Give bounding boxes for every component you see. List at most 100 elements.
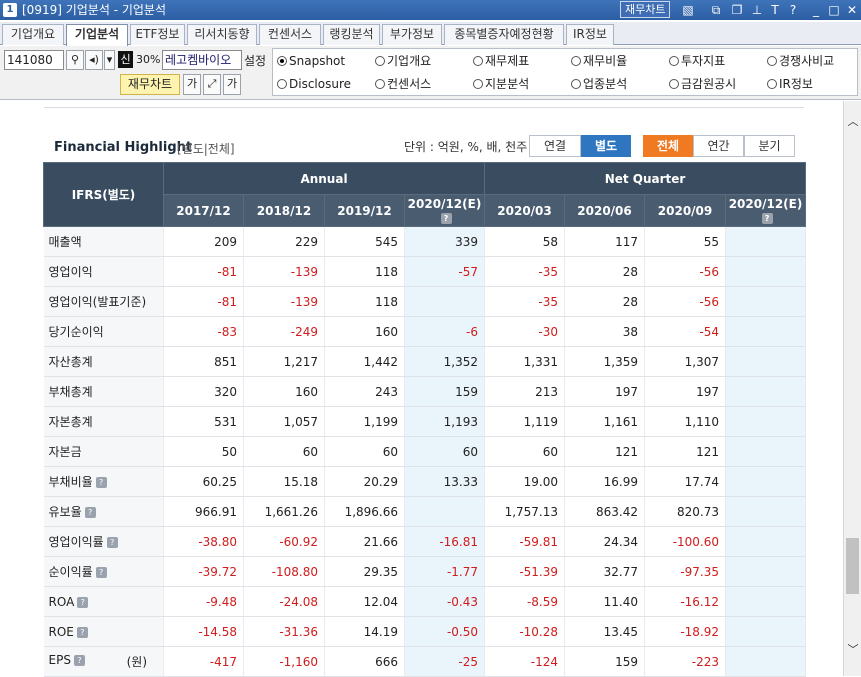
help-icon[interactable]: ? (785, 2, 801, 18)
table-cell: -9.48 (163, 586, 244, 617)
speaker-icon[interactable]: ◂) (85, 50, 103, 70)
company-name[interactable]: 레고켐바이오 (162, 50, 242, 70)
radio-ir-info[interactable]: IR정보 (767, 77, 813, 91)
table-cell: -97.35 (644, 556, 727, 587)
settings-label[interactable]: 설정 (244, 52, 266, 69)
table-cell: 243 (324, 376, 405, 407)
tab-consensus[interactable]: 컨센서스 (259, 24, 321, 45)
info-icon[interactable]: ? (106, 537, 118, 548)
radio-industry-analysis[interactable]: 업종분석 (571, 77, 627, 91)
column-header: 2020/12(E)? (403, 194, 486, 227)
radio-snapshot[interactable]: Snapshot (277, 54, 345, 68)
row-label: 유보율? (43, 496, 164, 527)
column-header: 2020/09 (644, 194, 727, 227)
toggle-all[interactable]: 전체 (643, 135, 693, 157)
chevron-down-icon[interactable]: ▾ (104, 50, 115, 70)
link-icon[interactable]: ⧉ (708, 2, 724, 18)
table-cell: -417 (163, 646, 244, 677)
copy-window-icon[interactable]: ❐ (729, 2, 745, 18)
radio-dot (375, 79, 385, 89)
table-cell: -56 (644, 256, 727, 287)
vertical-scrollbar[interactable]: ︿ ﹀ (843, 101, 861, 676)
table-cell: -0.50 (404, 616, 486, 647)
table-cell (725, 466, 807, 497)
column-header-label: 2018/12 (256, 203, 312, 218)
table-cell: 24.34 (564, 526, 646, 557)
radio-shareholding[interactable]: 지분분석 (473, 77, 529, 91)
margin-rate: 30% (136, 53, 161, 66)
font-size-icon[interactable]: T (767, 2, 783, 18)
scroll-down-icon[interactable]: ﹀ (844, 641, 861, 659)
financial-chart-button[interactable]: 재무차트 (120, 74, 180, 95)
toggle-annual[interactable]: 연간 (693, 135, 744, 157)
search-icon[interactable]: ⚲ (66, 50, 84, 70)
tab-research[interactable]: 리서치동향 (187, 24, 257, 45)
table-cell: -249 (243, 316, 325, 347)
radio-dot (375, 56, 385, 66)
scroll-thumb[interactable] (846, 538, 859, 594)
radio-peer-comparison[interactable]: 경쟁사비교 (767, 54, 834, 68)
tab-extra-info[interactable]: 부가정보 (382, 24, 442, 45)
info-icon[interactable]: ? (84, 507, 96, 518)
table-cell: -83 (163, 316, 244, 347)
tab-etf-info[interactable]: ETF정보 (130, 24, 185, 45)
info-icon[interactable]: ? (761, 212, 773, 224)
radio-financial-ratios[interactable]: 재무비율 (571, 54, 627, 68)
table-cell: -35 (484, 256, 566, 287)
row-label-text: 영업이익(발표기준) (48, 295, 147, 309)
column-header: 2019/12 (324, 194, 405, 227)
table-cell: 117 (564, 226, 646, 257)
table-cell (725, 226, 807, 257)
info-icon[interactable]: ? (73, 655, 85, 666)
minimize-icon[interactable]: _ (808, 2, 824, 18)
row-label: ROA? (43, 586, 164, 617)
table-cell: -51.39 (484, 556, 566, 587)
info-icon[interactable]: ? (76, 626, 88, 638)
toggle-consolidated[interactable]: 연결 (529, 135, 581, 157)
tab-ir-info[interactable]: IR정보 (566, 24, 614, 45)
table-cell: 28 (564, 286, 646, 317)
table-row: 부채총계 320 160 243 159 213 197 197 (43, 376, 807, 407)
fit-window-icon[interactable]: ⤢ (203, 74, 221, 95)
radio-financial-statements[interactable]: 재무제표 (473, 54, 529, 68)
tab-company-analysis[interactable]: 기업분석 (66, 24, 128, 46)
toggle-separate[interactable]: 별도 (581, 135, 631, 157)
maximize-icon[interactable]: □ (826, 2, 842, 18)
close-icon[interactable]: ✕ (844, 2, 860, 18)
info-icon[interactable]: ? (95, 567, 107, 578)
chart-icon[interactable]: ▧ (680, 2, 696, 18)
info-icon[interactable]: ? (95, 477, 107, 488)
row-label: 순이익률? (43, 556, 164, 587)
table-cell: 13.45 (564, 616, 646, 647)
financial-chart-title-button[interactable]: 재무차트 (620, 1, 671, 18)
table-row: 순이익률? -39.72 -108.80 29.35 -1.77 -51.39 32.77-… (43, 556, 807, 587)
tab-company-overview[interactable]: 기업개요 (2, 24, 64, 45)
row-label: 자본총계 (43, 406, 164, 437)
tab-ranking[interactable]: 랭킹분석 (323, 24, 380, 45)
scroll-up-icon[interactable]: ︿ (844, 113, 861, 131)
column-header-label: 2017/12 (176, 203, 231, 218)
font-larger-button[interactable]: 가 (223, 74, 241, 95)
tab-capital-increase[interactable]: 종목별증자예정현황 (444, 24, 564, 45)
radio-disclosure[interactable]: Disclosure (277, 77, 351, 91)
radio-consensus[interactable]: 컨센서스 (375, 77, 431, 91)
pin-icon[interactable]: ⊥ (749, 2, 765, 18)
table-cell: 118 (324, 256, 405, 287)
table-cell: 12.04 (324, 586, 405, 617)
table-row: 부채비율? 60.25 15.18 20.29 13.33 19.00 16.99 17.74 (43, 466, 807, 497)
radio-dot (277, 56, 287, 66)
info-icon[interactable]: ? (77, 596, 89, 608)
row-label-text: 자본총계 (48, 415, 93, 429)
row-label: EPS? (원) (43, 646, 164, 677)
radio-investment-indicators[interactable]: 투자지표 (669, 54, 725, 68)
stock-code-input[interactable]: 141080 (4, 50, 64, 70)
table-cell (725, 286, 807, 317)
info-icon[interactable]: ? (440, 212, 452, 224)
toggle-quarterly[interactable]: 분기 (744, 135, 795, 157)
font-smaller-button[interactable]: 가 (183, 74, 201, 95)
radio-dot (473, 79, 483, 89)
table-cell (725, 586, 807, 617)
row-label-text: 부채비율 (48, 475, 93, 489)
radio-company-overview[interactable]: 기업개요 (375, 54, 431, 68)
radio-fss-disclosure[interactable]: 금감원공시 (669, 77, 736, 91)
